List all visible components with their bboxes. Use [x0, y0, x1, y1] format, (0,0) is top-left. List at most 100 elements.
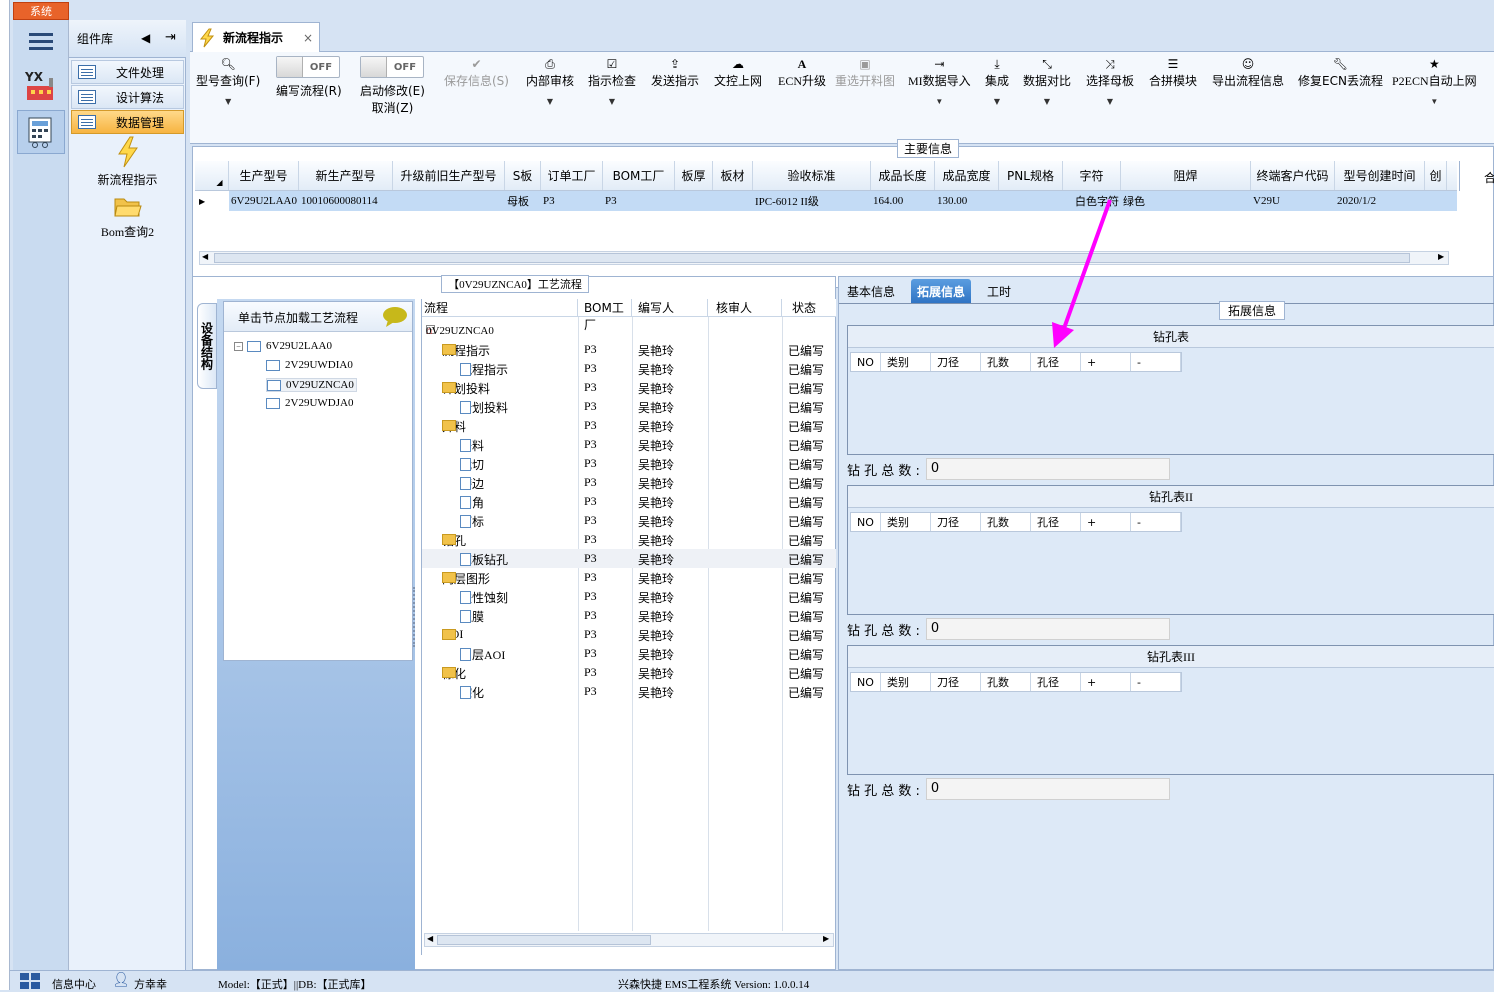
tree-row[interactable]: 棕化 P3 吴艳玲 已编写	[422, 682, 836, 701]
calculator-icon[interactable]	[17, 110, 65, 154]
col-header[interactable]: 终端客户代码	[1251, 161, 1335, 190]
dropdown-caret-icon[interactable]: ▼	[908, 97, 971, 106]
col-header[interactable]: -	[1131, 673, 1181, 691]
tree-node[interactable]: − 6V29U2LAA0	[234, 340, 332, 352]
p2ecn-auto-online-button[interactable]: ★ P2ECN自动上网 ▼	[1392, 56, 1477, 106]
col-header[interactable]: 生产型号	[229, 161, 299, 190]
col-header[interactable]: 孔径	[1031, 513, 1081, 531]
cell[interactable]: P3	[603, 191, 675, 211]
start-edit-toggle[interactable]: OFF	[360, 56, 424, 78]
nav-item-file-processing[interactable]: 文件处理	[71, 60, 184, 84]
fix-ecn-lost-process-button[interactable]: 🔧︎ 修复ECN丢流程	[1298, 56, 1383, 89]
tab-work-hours[interactable]: 工时	[981, 279, 1017, 303]
tree-row[interactable]: 计划投料 P3 吴艳玲 已编写	[422, 397, 836, 416]
cell[interactable]: 绿色	[1121, 191, 1251, 211]
col-header[interactable]: 创	[1425, 161, 1447, 190]
collapse-icon[interactable]: −	[234, 341, 243, 351]
tree-row[interactable]: 酸性蚀刻 P3 吴艳玲 已编写	[422, 587, 836, 606]
col-header[interactable]: 孔数	[981, 673, 1031, 691]
col-header[interactable]: -	[1131, 353, 1181, 371]
col-header[interactable]: 阻焊	[1121, 161, 1251, 190]
dropdown-caret-icon[interactable]: ▼	[985, 97, 1009, 106]
save-info-button[interactable]: ✔ 保存信息(S)	[444, 56, 509, 89]
scroll-left-icon[interactable]: ◀	[202, 252, 208, 261]
model-query-button[interactable]: 🔍︎ 型号查询(F) ▼	[196, 56, 260, 106]
tree-row[interactable]: 芯板钻孔 P3 吴艳玲 已编写	[422, 549, 836, 568]
main-info-scrollbar[interactable]: ◀ ▶	[199, 251, 1449, 265]
ecn-upgrade-button[interactable]: A ECN升级	[778, 56, 826, 89]
scroll-thumb[interactable]	[437, 935, 651, 945]
cell[interactable]	[675, 191, 713, 211]
system-button[interactable]: 系统	[13, 2, 69, 20]
col-header[interactable]: 核审人	[708, 299, 782, 316]
scroll-right-icon[interactable]: ▶	[1438, 252, 1444, 261]
nav-item-design-algorithm[interactable]: 设计算法	[71, 85, 184, 109]
col-header[interactable]: 订单工厂	[541, 161, 603, 190]
cell[interactable]: V29U	[1251, 191, 1335, 211]
col-header[interactable]: BOM工厂	[603, 161, 675, 190]
tree-row[interactable]: 磨边 P3 吴艳玲 已编写	[422, 473, 836, 492]
col-header[interactable]: -	[1131, 513, 1181, 531]
cell[interactable]	[393, 191, 505, 211]
internal-review-button[interactable]: ⎙ 内部审核 ▼	[526, 56, 574, 106]
dropdown-caret-icon[interactable]: ▼	[1023, 97, 1071, 106]
doc-control-online-button[interactable]: ☁ 文控上网	[714, 56, 762, 89]
col-header[interactable]: 刀径	[931, 353, 981, 371]
col-header[interactable]: 类别	[881, 513, 931, 531]
cell[interactable]: 130.00	[935, 191, 999, 211]
splitter-handle[interactable]	[413, 587, 419, 647]
drill-total-field[interactable]: 0	[925, 618, 1170, 640]
tree-row[interactable]: −棕化 P3 吴艳玲 已编写	[422, 663, 836, 682]
mi-data-import-button[interactable]: ⇥ MI数据导入 ▼	[908, 56, 971, 106]
scroll-left-icon[interactable]: ◀	[427, 934, 433, 943]
col-header[interactable]: 新生产型号	[299, 161, 393, 190]
yx-factory-icon[interactable]: YX	[17, 64, 65, 108]
tree-row[interactable]: −流程指示 P3 吴艳玲 已编写	[422, 340, 836, 359]
tree-row[interactable]: −计划投料 P3 吴艳玲 已编写	[422, 378, 836, 397]
drill-total-field[interactable]: 0	[925, 778, 1170, 800]
tree-row[interactable]: 开料 P3 吴艳玲 已编写	[422, 435, 836, 454]
col-header[interactable]: 孔数	[981, 353, 1031, 371]
cell[interactable]: 10010600080114	[299, 191, 393, 211]
cell[interactable]	[713, 191, 753, 211]
tree-row[interactable]: 打标 P3 吴艳玲 已编写	[422, 511, 836, 530]
dropdown-caret-icon[interactable]: ▼	[1392, 97, 1477, 106]
tree-row[interactable]: 流程指示 P3 吴艳玲 已编写	[422, 359, 836, 378]
col-header[interactable]: 刀径	[931, 673, 981, 691]
col-header[interactable]: NO	[851, 513, 881, 531]
col-header[interactable]: 流程	[422, 299, 578, 316]
cell[interactable]: P3	[541, 191, 603, 211]
col-header[interactable]: +	[1081, 513, 1131, 531]
col-header[interactable]: 刀径	[931, 513, 981, 531]
col-header[interactable]: 成品长度	[871, 161, 935, 190]
cell[interactable]: 母板	[505, 191, 541, 211]
select-motherboard-button[interactable]: ⤨ 选择母板 ▼	[1086, 56, 1134, 106]
write-process-toggle[interactable]: OFF	[276, 56, 340, 78]
integrate-button[interactable]: ⤓ 集成 ▼	[985, 56, 1009, 106]
col-header[interactable]: NO	[851, 353, 881, 371]
cell[interactable]	[1425, 191, 1447, 211]
instruction-check-button[interactable]: ☑ 指示检查 ▼	[588, 56, 636, 106]
cancel-label[interactable]: 取消(Z)	[360, 99, 425, 116]
col-header[interactable]: 板厚	[675, 161, 713, 190]
nav-item-data-management[interactable]: 数据管理	[71, 110, 184, 134]
col-header[interactable]: 验收标准	[753, 161, 871, 190]
hamburger-menu-icon[interactable]	[17, 22, 65, 62]
cell[interactable]: 6V29U2LAA0	[229, 191, 299, 211]
tab-close-icon[interactable]: ×	[303, 31, 313, 45]
scroll-thumb[interactable]	[214, 253, 1410, 263]
cell[interactable]: IPC-6012 II级	[753, 191, 871, 211]
scroll-right-icon[interactable]: ▶	[823, 934, 829, 943]
tab-extended-info[interactable]: 拓展信息	[911, 279, 972, 303]
tree-row[interactable]: −开料 P3 吴艳玲 已编写	[422, 416, 836, 435]
col-header[interactable]: 字符	[1063, 161, 1121, 190]
col-header[interactable]: 成品宽度	[935, 161, 999, 190]
tree-row[interactable]: 内层AOI P3 吴艳玲 已编写	[422, 644, 836, 663]
new-process-instruction-item[interactable]: 新流程指示	[69, 136, 186, 188]
col-header[interactable]: 编写人	[632, 299, 708, 316]
tree-row[interactable]: 退膜 P3 吴艳玲 已编写	[422, 606, 836, 625]
col-header[interactable]: 升级前旧生产型号	[393, 161, 505, 190]
cell[interactable]: 164.00	[871, 191, 935, 211]
dropdown-caret-icon[interactable]: ▼	[1086, 97, 1134, 106]
table-row[interactable]: ▶ 6V29U2LAA0 10010600080114 母板 P3 P3 IPC…	[195, 191, 1457, 211]
